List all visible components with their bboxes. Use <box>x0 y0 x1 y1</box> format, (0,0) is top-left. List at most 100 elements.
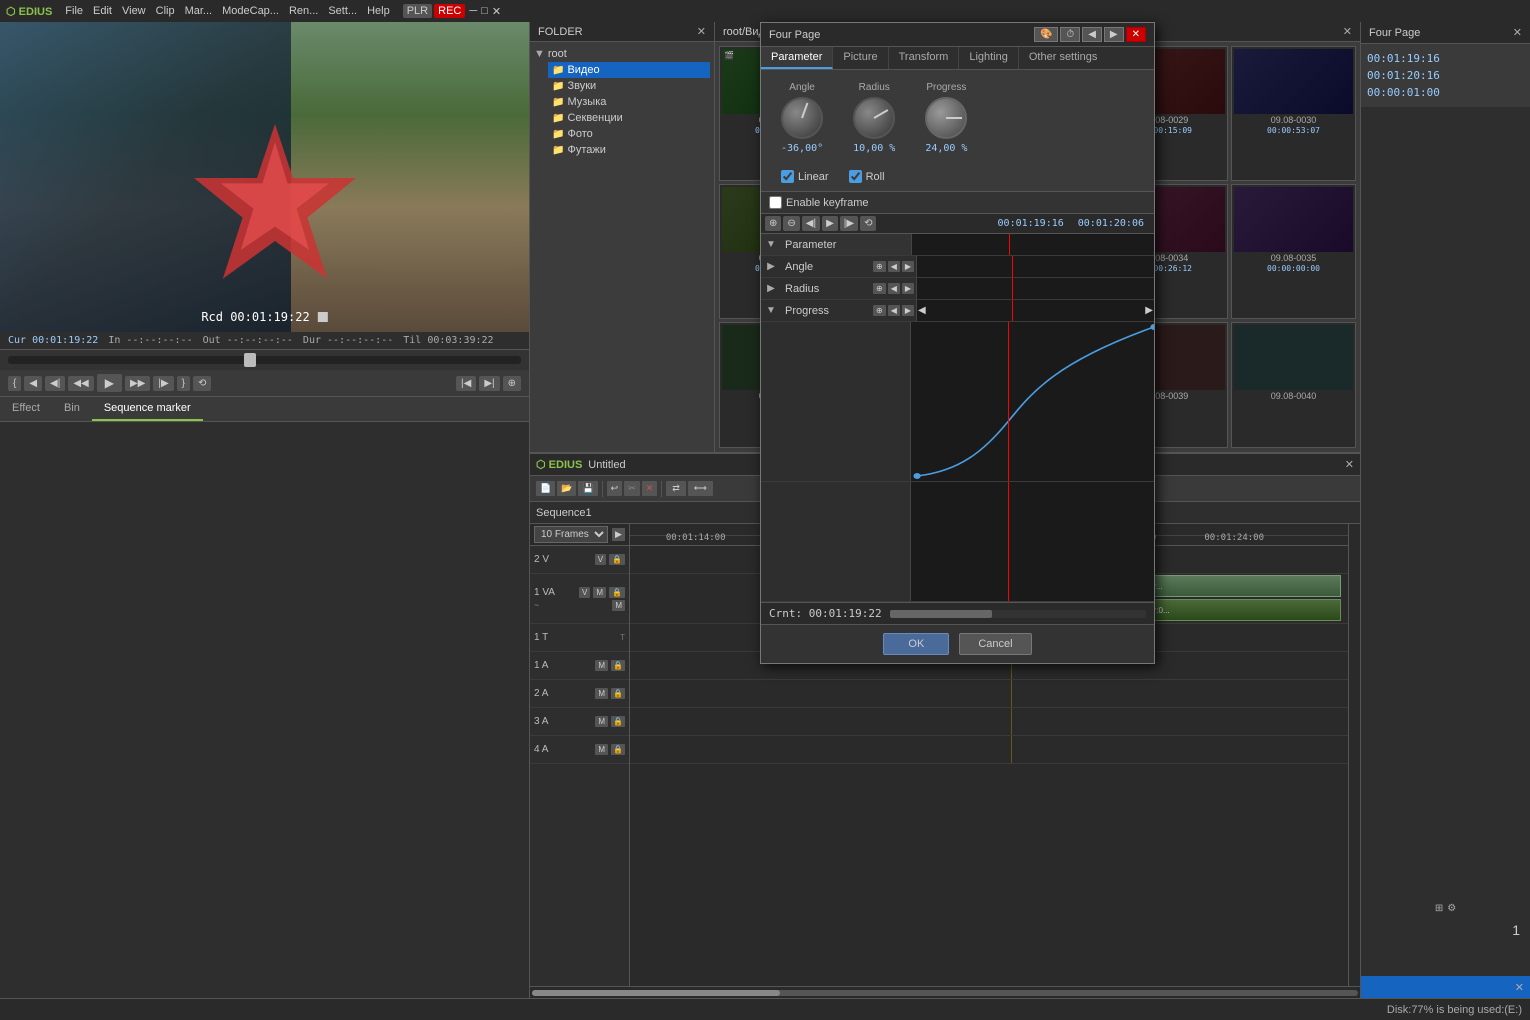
mark-in2-btn[interactable]: |◀ <box>456 376 476 391</box>
tab-effect[interactable]: Effect <box>0 397 52 421</box>
tb-delete[interactable]: ✕ <box>642 481 658 496</box>
timeline-vscrollbar[interactable] <box>1348 524 1360 986</box>
param-radius-expand[interactable]: ▶ <box>761 283 781 294</box>
tab-sequence-marker[interactable]: Sequence marker <box>92 397 203 421</box>
angle-kf-btn1[interactable]: ⊕ <box>873 261 886 272</box>
rewind-btn[interactable]: ◀◀ <box>68 376 93 391</box>
info-close-bar-btn[interactable]: ✕ <box>1515 981 1524 994</box>
param-angle-expand[interactable]: ▶ <box>761 261 781 272</box>
menu-mar[interactable]: Mar... <box>180 5 218 17</box>
param-header-expand[interactable]: ▼ <box>761 239 781 250</box>
folder-root[interactable]: ▼ root <box>534 46 710 62</box>
dialog-icon-btn1[interactable]: 🎨 <box>1034 27 1058 42</box>
progress-kf-btn2[interactable]: ◀ <box>888 305 900 316</box>
tb-save[interactable]: 💾 <box>578 481 597 496</box>
param-angle-kf-area[interactable] <box>916 256 1154 277</box>
tb-sync[interactable]: ⟷ <box>688 481 713 496</box>
kf-loop-btn[interactable]: ⟲ <box>860 216 876 231</box>
kf-next-btn[interactable]: |▶ <box>840 216 858 231</box>
step-fwd-btn[interactable]: |▶ <box>153 376 173 391</box>
angle-kf-btn2[interactable]: ◀ <box>888 261 900 272</box>
menu-edit[interactable]: Edit <box>88 5 117 17</box>
roll-check-label[interactable]: Roll <box>849 170 885 183</box>
menu-sett[interactable]: Sett... <box>323 5 362 17</box>
track-2a-lock[interactable]: 🔒 <box>611 688 625 699</box>
dialog-close-btn[interactable]: ✕ <box>1126 27 1146 42</box>
kf-add-btn[interactable]: ⊕ <box>765 216 781 231</box>
dialog-prev-btn[interactable]: ◀ <box>1082 27 1102 42</box>
progress-arrow-left[interactable]: ◀ <box>918 305 926 316</box>
track-1va-mute[interactable]: M <box>593 587 606 598</box>
progress-graph[interactable] <box>911 322 1154 481</box>
step-back-btn[interactable]: ◀| <box>45 376 65 391</box>
folder-footage[interactable]: 📁 Футажи <box>548 142 710 158</box>
kf-play-btn[interactable]: ▶ <box>822 216 838 231</box>
thumb-0035[interactable]: 09.08-0035 00:00:00:00 <box>1231 184 1356 319</box>
kf-hscroll-thumb[interactable] <box>890 610 993 618</box>
radius-kf-btn2[interactable]: ◀ <box>888 283 900 294</box>
folder-sounds[interactable]: 📁 Звуки <box>548 78 710 94</box>
ok-button[interactable]: OK <box>883 633 949 655</box>
thumb-0030[interactable]: 09.08-0030 00:00:53:07 <box>1231 46 1356 181</box>
track-1va-audio-mute[interactable]: M <box>612 600 625 611</box>
mark-out-btn[interactable]: } <box>177 376 190 391</box>
track-3a-content[interactable] <box>630 708 1348 736</box>
play-btn[interactable]: ▶ <box>97 374 122 392</box>
ff-btn[interactable]: ▶▶ <box>125 376 150 391</box>
kf-hscrollbar[interactable] <box>890 610 1146 618</box>
menu-clip[interactable]: Clip <box>151 5 180 17</box>
menu-file[interactable]: File <box>60 5 88 17</box>
dtab-picture[interactable]: Picture <box>833 47 888 69</box>
dtab-parameter[interactable]: Parameter <box>761 47 833 69</box>
extra-btn[interactable]: ⊕ <box>503 376 521 391</box>
track-1va-vis[interactable]: V <box>579 587 590 598</box>
roll-checkbox[interactable] <box>849 170 862 183</box>
enable-keyframe-checkbox[interactable] <box>769 196 782 209</box>
tb-cut[interactable]: ✂ <box>624 481 640 496</box>
dialog-titlebar[interactable]: Four Page 🎨 ⏱ ◀ ▶ ✕ <box>761 23 1154 47</box>
folder-close-btn[interactable]: ✕ <box>697 25 706 38</box>
track-3a-mute[interactable]: M <box>595 716 608 727</box>
param-progress-expand[interactable]: ▼ <box>761 305 781 316</box>
timeline-hscrollbar[interactable] <box>530 986 1360 998</box>
menu-ren[interactable]: Ren... <box>284 5 323 17</box>
track-2v-vis[interactable]: V <box>595 554 606 565</box>
info-panel-close[interactable]: ✕ <box>1513 26 1522 39</box>
track-2v-lock[interactable]: 🔒 <box>609 554 625 565</box>
tb-open[interactable]: 📂 <box>557 481 576 496</box>
dialog-next-btn[interactable]: ▶ <box>1104 27 1124 42</box>
hscroll-track[interactable] <box>532 990 1358 996</box>
track-4a-lock[interactable]: 🔒 <box>611 744 625 755</box>
linear-checkbox[interactable] <box>781 170 794 183</box>
edius-second-close[interactable]: ✕ <box>1345 458 1354 471</box>
linear-check-label[interactable]: Linear <box>781 170 829 183</box>
radius-kf-btn3[interactable]: ▶ <box>902 283 914 294</box>
maximize-btn[interactable]: □ <box>481 5 488 17</box>
menu-view[interactable]: View <box>117 5 151 17</box>
angle-kf-btn3[interactable]: ▶ <box>902 261 914 272</box>
radius-knob[interactable] <box>853 97 895 139</box>
track-2a-content[interactable] <box>630 680 1348 708</box>
folder-video[interactable]: 📁 Видео <box>548 62 710 78</box>
tb-ripple[interactable]: ⇄ <box>666 481 686 496</box>
tb-new[interactable]: 📄 <box>536 481 555 496</box>
progress-kf-btn3[interactable]: ▶ <box>902 305 914 316</box>
scrubber-track[interactable] <box>8 356 521 364</box>
mark-in-btn[interactable]: { <box>8 376 21 391</box>
mark-out2-btn[interactable]: ▶| <box>479 376 499 391</box>
track-1a-lock[interactable]: 🔒 <box>611 660 625 671</box>
track-3a-lock[interactable]: 🔒 <box>611 716 625 727</box>
param-radius-kf-area[interactable] <box>916 278 1154 299</box>
menu-help[interactable]: Help <box>362 5 395 17</box>
media-close-btn[interactable]: ✕ <box>1343 25 1352 38</box>
cancel-button[interactable]: Cancel <box>959 633 1031 655</box>
scrubber-thumb[interactable] <box>244 353 256 367</box>
track-1a-mute[interactable]: M <box>595 660 608 671</box>
dtab-other[interactable]: Other settings <box>1019 47 1107 69</box>
progress-knob[interactable] <box>925 97 967 139</box>
folder-music[interactable]: 📁 Музыка <box>548 94 710 110</box>
thumb-0040[interactable]: 09.08-0040 <box>1231 322 1356 448</box>
close-btn[interactable]: ✕ <box>492 5 501 18</box>
loop-btn[interactable]: ⟲ <box>193 376 211 391</box>
tb-undo[interactable]: ↩ <box>607 481 623 496</box>
